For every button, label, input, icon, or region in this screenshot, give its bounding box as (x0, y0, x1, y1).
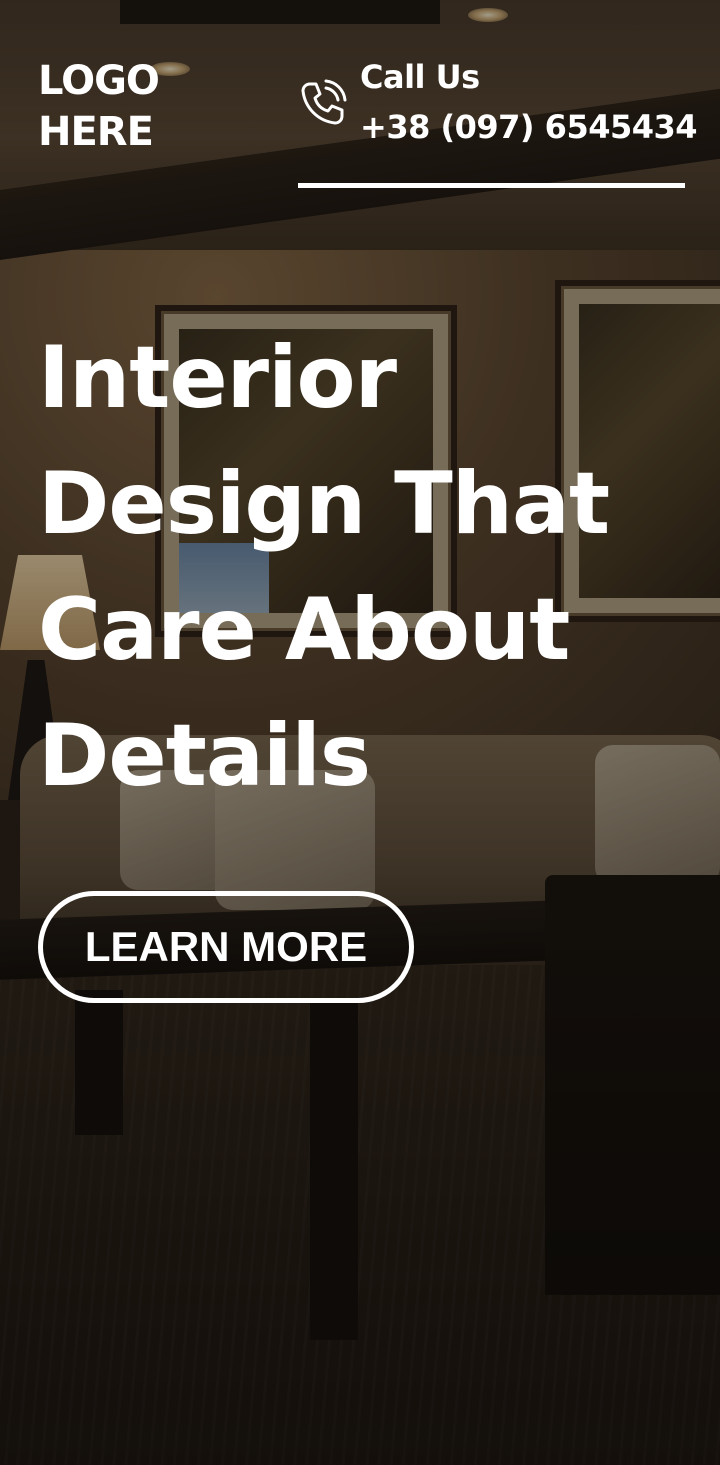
phone-icon (301, 79, 347, 125)
phone-number[interactable]: +38 (097) 6545434 (360, 108, 698, 146)
logo[interactable]: LOGO HERE (38, 56, 208, 158)
contact-divider (298, 183, 685, 188)
call-us-label: Call Us (360, 58, 480, 96)
learn-more-button[interactable]: LEARN MORE (38, 891, 414, 1003)
hero-title: Interior Design That Care About Details (38, 328, 610, 806)
call-us-contact[interactable]: Call Us +38 (097) 6545434 (298, 58, 698, 188)
